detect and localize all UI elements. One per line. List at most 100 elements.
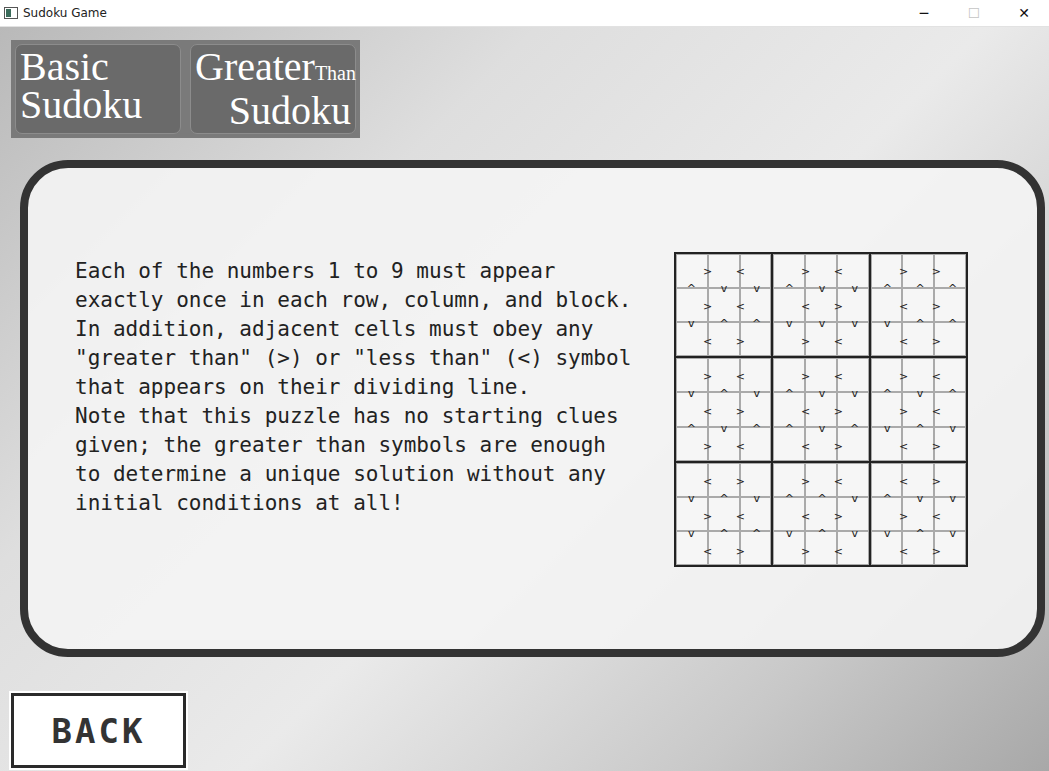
inequality-sign: ^ — [915, 528, 924, 539]
inequality-sign: > — [899, 370, 908, 381]
inequality-sign: > — [932, 440, 941, 451]
rules-line: to determine a unique solution without a… — [75, 460, 631, 489]
inequality-sign: > — [736, 475, 745, 486]
inequality-sign: ^ — [719, 528, 728, 539]
inequality-sign: < — [736, 370, 745, 381]
grid-block — [772, 462, 869, 566]
maximize-button: ☐ — [949, 0, 999, 27]
inequality-sign: < — [801, 510, 810, 521]
inequality-sign: v — [688, 318, 695, 329]
inequality-sign: v — [753, 493, 760, 504]
inequality-sign: v — [786, 318, 793, 329]
inequality-sign: v — [753, 388, 760, 399]
inequality-sign: < — [834, 265, 843, 276]
inequality-sign: ^ — [687, 423, 696, 434]
inequality-sign: < — [932, 370, 941, 381]
inequality-sign: v — [917, 388, 924, 399]
inequality-sign: v — [917, 493, 924, 504]
inequality-sign: v — [819, 283, 826, 294]
inequality-sign: < — [834, 545, 843, 556]
inequality-sign: ^ — [752, 423, 761, 434]
inequality-sign: ^ — [915, 283, 924, 294]
inequality-sign: v — [721, 283, 728, 294]
mode-button[interactable]: GreaterThanSudoku — [190, 44, 356, 134]
inequality-sign: > — [834, 300, 843, 311]
inequality-sign: < — [834, 475, 843, 486]
inequality-sign: v — [851, 283, 858, 294]
inequality-sign: < — [801, 300, 810, 311]
inequality-sign: v — [688, 493, 695, 504]
inequality-sign: ^ — [948, 388, 957, 399]
inequality-sign: > — [834, 440, 843, 451]
inequality-sign: > — [932, 335, 941, 346]
minimize-button[interactable]: ─ — [899, 0, 949, 27]
inequality-sign: v — [949, 528, 956, 539]
mode-button[interactable]: BasicSudoku — [15, 44, 181, 134]
inequality-sign: < — [736, 440, 745, 451]
inequality-sign: > — [703, 510, 712, 521]
inequality-sign: ^ — [687, 283, 696, 294]
rules-text: Each of the numbers 1 to 9 must appearex… — [75, 257, 631, 518]
inequality-sign: > — [703, 440, 712, 451]
inequality-sign: ^ — [785, 388, 794, 399]
grid-block — [675, 253, 772, 357]
inequality-sign: < — [932, 510, 941, 521]
inequality-sign: ^ — [915, 423, 924, 434]
inequality-sign: v — [721, 423, 728, 434]
inequality-sign: > — [736, 405, 745, 416]
title-bar: Sudoku Game─☐✕ — [0, 0, 1049, 27]
rules-line: given; the greater than symbols are enou… — [75, 431, 631, 460]
inequality-sign: < — [899, 440, 908, 451]
inequality-sign: > — [834, 510, 843, 521]
inequality-sign: > — [703, 265, 712, 276]
inequality-sign: < — [703, 335, 712, 346]
inequality-sign: ^ — [719, 318, 728, 329]
inequality-sign: < — [736, 300, 745, 311]
inequality-sign: > — [801, 475, 810, 486]
inequality-sign: v — [949, 493, 956, 504]
back-button[interactable]: BACK — [11, 693, 186, 768]
example-grid: ><><>>><<><><>><<>><><><<><>><><<><><>><… — [674, 252, 968, 567]
inequality-sign: < — [834, 370, 843, 381]
inequality-sign: ^ — [883, 283, 892, 294]
inequality-sign: v — [851, 528, 858, 539]
grid-block — [772, 357, 869, 461]
inequality-sign: < — [932, 405, 941, 416]
inequality-sign: ^ — [915, 318, 924, 329]
inequality-sign: > — [703, 300, 712, 311]
rules-line: Each of the numbers 1 to 9 must appear — [75, 257, 631, 286]
inequality-sign: ^ — [883, 388, 892, 399]
inequality-sign: > — [801, 335, 810, 346]
inequality-sign: < — [703, 545, 712, 556]
inequality-sign: ^ — [850, 423, 859, 434]
grid-block — [675, 357, 772, 461]
inequality-sign: v — [786, 528, 793, 539]
app-icon — [0, 4, 23, 23]
close-button[interactable]: ✕ — [999, 0, 1049, 27]
inequality-sign: < — [801, 440, 810, 451]
inequality-sign: ^ — [785, 423, 794, 434]
inequality-sign: > — [834, 405, 843, 416]
inequality-sign: < — [834, 335, 843, 346]
inequality-sign: > — [932, 265, 941, 276]
grid-block — [675, 462, 772, 566]
inequality-sign: ^ — [883, 493, 892, 504]
mode-title: GreaterThan — [195, 48, 351, 92]
inequality-sign: > — [932, 475, 941, 486]
inequality-sign: v — [819, 388, 826, 399]
inequality-sign: v — [884, 423, 891, 434]
inequality-sign: > — [899, 265, 908, 276]
game-screen: BasicSudokuGreaterThanSudoku Each of the … — [0, 27, 1049, 771]
inequality-sign: > — [899, 405, 908, 416]
inequality-sign: ^ — [817, 493, 826, 504]
inequality-sign: v — [884, 528, 891, 539]
grid-block — [870, 253, 967, 357]
grid-block — [772, 253, 869, 357]
inequality-sign: > — [932, 545, 941, 556]
inequality-sign: < — [899, 300, 908, 311]
inequality-sign: < — [801, 405, 810, 416]
inequality-sign: < — [899, 545, 908, 556]
inequality-sign: v — [851, 493, 858, 504]
inequality-sign: ^ — [785, 283, 794, 294]
inequality-sign: < — [703, 405, 712, 416]
